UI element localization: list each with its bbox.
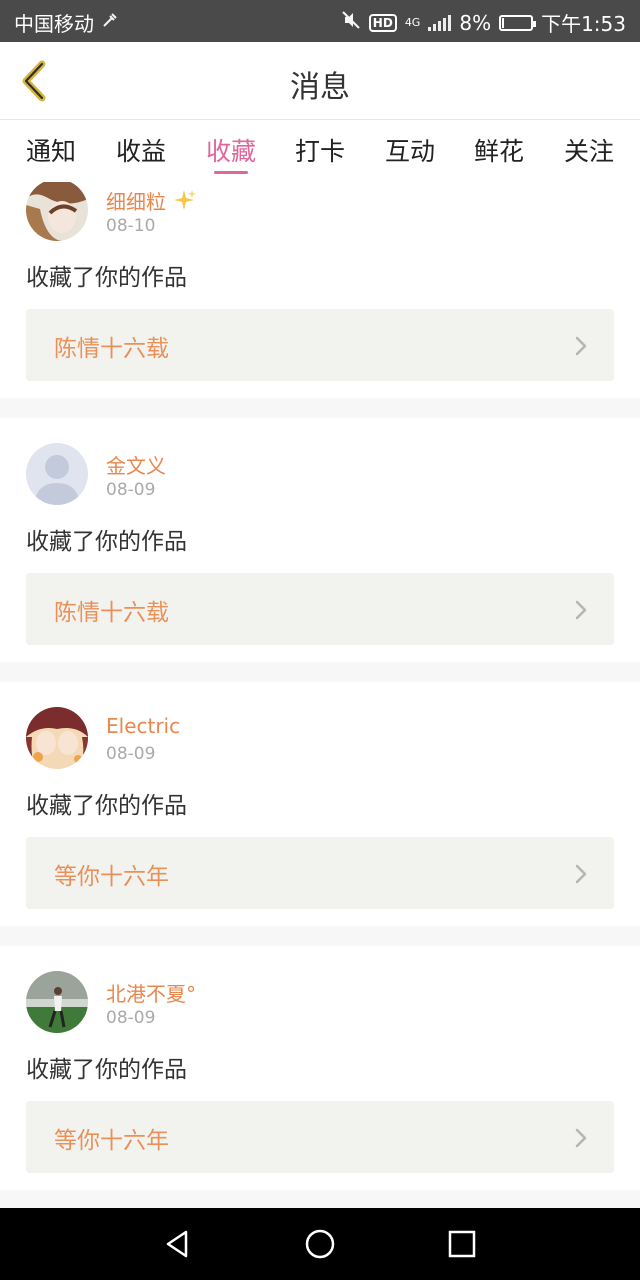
- chevron-right-icon: [574, 599, 588, 621]
- chevron-right-icon: [574, 1127, 588, 1149]
- work-title: 陈情十六载: [54, 336, 169, 362]
- message-date: 08-09: [106, 744, 156, 764]
- signal-icon: [428, 14, 452, 31]
- username[interactable]: 细细粒: [106, 190, 166, 214]
- system-nav-bar: [0, 1208, 640, 1280]
- list-item: 细细粒 08-10 收藏了你的作品 陈情十六载: [0, 182, 640, 398]
- message-action-text: 收藏了你的作品: [26, 265, 187, 291]
- username[interactable]: 金文义: [106, 450, 166, 479]
- nav-recents-icon[interactable]: [446, 1228, 478, 1260]
- work-title: 陈情十六载: [54, 600, 169, 626]
- chevron-right-icon: [574, 335, 588, 357]
- message-date: 08-09: [106, 480, 156, 500]
- hd-icon: HD: [368, 13, 397, 32]
- mute-icon: [341, 10, 361, 35]
- avatar[interactable]: [26, 182, 88, 241]
- message-action-text: 收藏了你的作品: [26, 1057, 187, 1083]
- nav-back-icon[interactable]: [162, 1228, 194, 1260]
- nav-home-icon[interactable]: [304, 1228, 336, 1260]
- work-title: 等你十六年: [54, 864, 169, 890]
- list-item: 金文义 08-09 收藏了你的作品 陈情十六载: [0, 418, 640, 662]
- username[interactable]: Electric: [106, 714, 180, 738]
- message-action-text: 收藏了你的作品: [26, 529, 187, 555]
- list-item: Electric 08-09 收藏了你的作品 等你十六年: [0, 682, 640, 926]
- battery-percent: 8%: [459, 10, 492, 35]
- tab-checkin[interactable]: 打卡: [280, 132, 360, 168]
- cleaner-icon: [100, 10, 120, 35]
- clock: 下午1:53: [541, 12, 626, 36]
- tab-follow[interactable]: 关注: [549, 132, 629, 168]
- avatar[interactable]: [26, 971, 88, 1033]
- status-bar: 中国移动 HD 4G 8% 下午1:53: [0, 0, 640, 42]
- message-date: 08-09: [106, 1008, 156, 1028]
- sparkle-icon: [172, 188, 197, 217]
- work-link[interactable]: 陈情十六载: [26, 573, 614, 645]
- tab-favorites[interactable]: 收藏: [191, 132, 271, 168]
- chevron-right-icon: [574, 863, 588, 885]
- battery-icon: [499, 14, 537, 31]
- network-type-label: 4G: [404, 16, 421, 29]
- carrier-label: 中国移动: [14, 12, 94, 36]
- page-title: 消息: [290, 70, 350, 105]
- app-header: 消息: [0, 42, 640, 120]
- tab-notifications[interactable]: 通知: [11, 132, 91, 168]
- message-action-text: 收藏了你的作品: [26, 793, 187, 819]
- username[interactable]: 北港不夏°: [106, 978, 196, 1007]
- tab-flowers[interactable]: 鲜花: [459, 132, 539, 168]
- work-link[interactable]: 陈情十六载: [26, 309, 614, 381]
- tab-earnings[interactable]: 收益: [101, 132, 181, 168]
- avatar[interactable]: [26, 707, 88, 769]
- tab-interaction[interactable]: 互动: [370, 132, 450, 168]
- work-link[interactable]: 等你十六年: [26, 837, 614, 909]
- tab-bar: 通知 收益 收藏 打卡 互动 鲜花 关注: [0, 120, 640, 182]
- list-item: 北港不夏° 08-09 收藏了你的作品 等你十六年: [0, 946, 640, 1190]
- message-date: 08-10: [106, 216, 156, 236]
- message-feed[interactable]: 细细粒 08-10 收藏了你的作品 陈情十六载 金文义 08-09 收藏了你的作…: [0, 182, 640, 1208]
- work-title: 等你十六年: [54, 1128, 169, 1154]
- active-tab-indicator: [214, 171, 248, 174]
- work-link[interactable]: 等你十六年: [26, 1101, 614, 1173]
- avatar[interactable]: [26, 443, 88, 505]
